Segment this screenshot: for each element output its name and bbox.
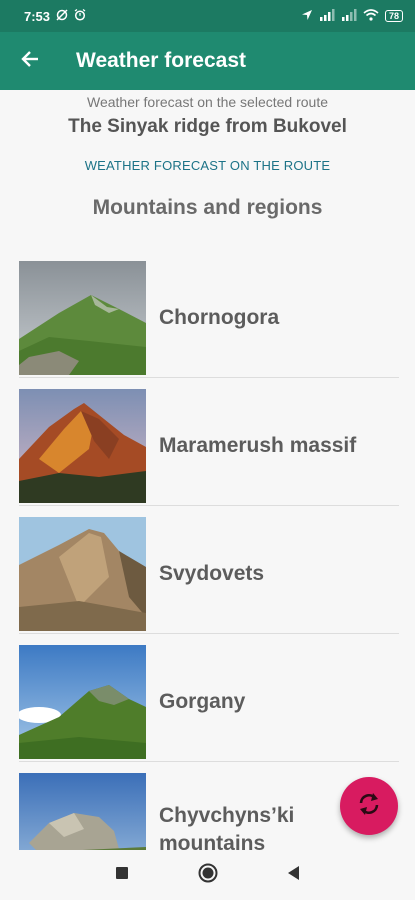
chyvchyny-photo xyxy=(19,773,146,850)
gorgany-photo xyxy=(19,645,146,759)
data-saver-icon xyxy=(56,8,68,24)
route-caption: Weather forecast on the selected route xyxy=(87,94,328,110)
location-icon xyxy=(301,9,313,24)
status-left: 7:53 xyxy=(24,8,86,24)
region-name: Chornogora xyxy=(159,306,280,329)
route-name: The Sinyak ridge from Bukovel xyxy=(68,116,347,137)
list-item[interactable]: Chornogora xyxy=(19,258,399,378)
divider xyxy=(19,761,399,762)
recents-button[interactable] xyxy=(110,863,134,887)
status-bar: 7:53 78 xyxy=(0,0,415,32)
square-icon xyxy=(115,866,129,885)
back-button[interactable] xyxy=(0,32,60,90)
back-nav-button[interactable] xyxy=(282,863,306,887)
app-title: Weather forecast xyxy=(76,49,247,72)
divider xyxy=(19,505,399,506)
nav-bar xyxy=(0,850,415,900)
refresh-icon xyxy=(356,791,382,822)
list-item[interactable]: Gorgany xyxy=(19,642,399,762)
maramerush-photo xyxy=(19,389,146,503)
app-bar: Weather forecast xyxy=(0,32,415,90)
home-button[interactable] xyxy=(196,863,220,887)
chornogora-photo xyxy=(19,261,146,375)
region-name: Maramerush massif xyxy=(159,434,357,457)
wifi-icon xyxy=(363,8,379,24)
arrow-left-icon xyxy=(20,49,40,74)
triangle-back-icon xyxy=(287,865,301,886)
refresh-button[interactable] xyxy=(340,777,398,835)
status-right: 78 xyxy=(301,8,403,24)
section-title: Mountains and regions xyxy=(92,196,323,219)
region-list[interactable]: Chornogora Maramerush massif Svydovets G… xyxy=(19,258,399,850)
svydovets-photo xyxy=(19,517,146,631)
route-forecast-link[interactable]: WEATHER FORECAST ON THE ROUTE xyxy=(0,158,415,173)
signal-icon xyxy=(319,8,335,24)
status-time: 7:53 xyxy=(24,8,51,24)
list-item[interactable]: Maramerush massif xyxy=(19,386,399,506)
region-name: Svydovets xyxy=(159,562,265,585)
divider xyxy=(19,377,399,378)
home-circle-icon xyxy=(198,863,218,888)
signal-icon-secondary xyxy=(341,8,357,24)
battery-icon: 78 xyxy=(384,10,403,22)
list-item[interactable]: Svydovets xyxy=(19,514,399,634)
region-name: Gorgany xyxy=(159,690,246,713)
alarm-icon xyxy=(74,8,86,24)
divider xyxy=(19,633,399,634)
